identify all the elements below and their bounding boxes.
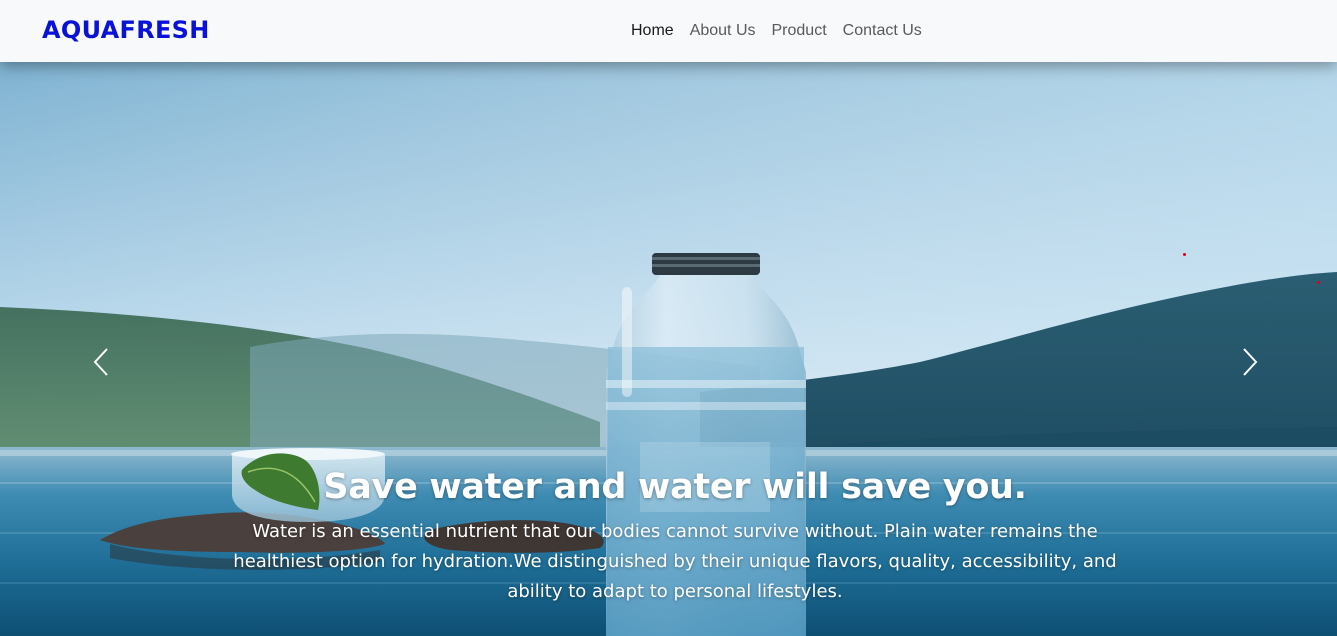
caption-heading: Save water and water will save you. [323,467,1027,507]
nav-link-home[interactable]: Home [623,20,682,42]
chevron-left-icon [93,348,108,376]
nav-link-product[interactable]: Product [764,20,835,42]
carousel-caption: Save water and water will save you. Wate… [200,462,1150,607]
decorative-dot [1317,281,1320,284]
hero-carousel: Save water and water will save you. Wate… [0,62,1337,636]
nav-menu: Home About Us Product Contact Us [623,20,930,42]
caption-text: Water is an essential nutrient that our … [233,521,1117,602]
carousel-next-button[interactable] [1230,342,1270,382]
nav-link-about-us[interactable]: About Us [682,20,764,42]
chevron-right-icon [1243,348,1258,376]
nav-link-contact-us[interactable]: Contact Us [835,20,930,42]
navbar: AQUAFRESH Home About Us Product Contact … [0,0,1337,62]
decorative-dot [1183,253,1186,256]
brand-logo[interactable]: AQUAFRESH [42,16,210,44]
carousel-prev-button[interactable] [81,342,121,382]
